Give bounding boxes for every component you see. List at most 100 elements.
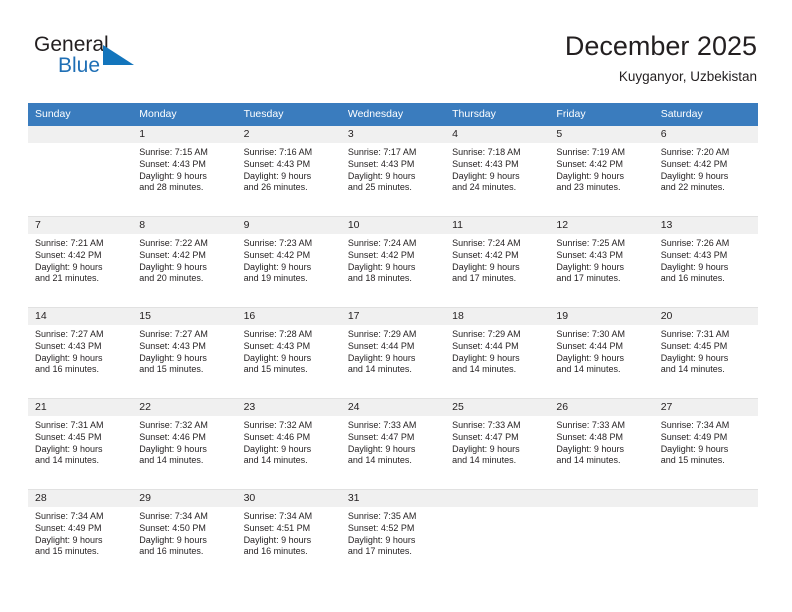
calendar-day-cell[interactable]: 6 Sunrise: 7:20 AM Sunset: 4:42 PM Daylight… <box>653 126 758 217</box>
general-blue-logo[interactable]: General Blue <box>34 33 164 83</box>
day-number: 13 <box>653 217 758 234</box>
day-details: Sunrise: 7:32 AM Sunset: 4:46 PM Daylight:… <box>132 416 236 467</box>
calendar-day-cell[interactable]: 29 Sunrise: 7:34 AM Sunset: 4:50 PM Dayligh… <box>132 489 237 580</box>
day-number: 11 <box>445 217 550 234</box>
page-header: General Blue December 2025 Kuyganyor, Uz… <box>0 0 792 100</box>
day-details: Sunrise: 7:32 AM Sunset: 4:46 PM Daylight:… <box>237 416 341 467</box>
sunset-time: Sunset: 4:45 PM <box>35 431 102 442</box>
calendar-day-cell[interactable]: 31 Sunrise: 7:35 AM Sunset: 4:52 PM Dayligh… <box>340 489 446 580</box>
calendar-day-cell[interactable]: 1 Sunrise: 7:15 AM Sunset: 4:43 PM Daylight… <box>132 126 237 217</box>
daylight-duration-line2: and 19 minutes. <box>243 273 308 284</box>
day-number: 7 <box>28 217 133 234</box>
calendar-day-cell[interactable]: 8 Sunrise: 7:22 AM Sunset: 4:42 PM Daylight… <box>132 216 237 308</box>
calendar-day-cell[interactable]: 5 Sunrise: 7:19 AM Sunset: 4:42 PM Daylight… <box>549 126 654 217</box>
calendar-day-cell[interactable]: 3 Sunrise: 7:17 AM Sunset: 4:43 PM Daylight… <box>340 126 446 217</box>
calendar-day-cell[interactable]: 4 Sunrise: 7:18 AM Sunset: 4:43 PM Daylight… <box>445 126 550 217</box>
sunset-time: Sunset: 4:44 PM <box>347 340 415 351</box>
day-number: 20 <box>653 308 758 325</box>
sunset-time: Sunset: 4:47 PM <box>452 431 519 442</box>
calendar-day-cell[interactable]: 17 Sunrise: 7:29 AM Sunset: 4:44 PM Dayligh… <box>340 307 446 399</box>
calendar-day-cell[interactable]: 9 Sunrise: 7:23 AM Sunset: 4:42 PM Daylight… <box>236 216 341 308</box>
calendar-day-cell[interactable]: 23 Sunrise: 7:32 AM Sunset: 4:46 PM Dayligh… <box>236 398 341 490</box>
daylight-duration-line2: and 14 minutes. <box>35 455 100 466</box>
day-number: 31 <box>340 490 446 507</box>
day-number: 27 <box>653 399 758 416</box>
calendar-day-cell[interactable]: 12 Sunrise: 7:25 AM Sunset: 4:43 PM Dayligh… <box>549 216 654 308</box>
day-number: 10 <box>340 217 446 234</box>
day-details: Sunrise: 7:34 AM Sunset: 4:49 PM Daylight:… <box>654 416 758 467</box>
daylight-duration-line1: Daylight: 9 hours <box>452 352 520 363</box>
calendar-day-cell[interactable]: 16 Sunrise: 7:28 AM Sunset: 4:43 PM Dayligh… <box>236 307 341 399</box>
calendar-day-cell[interactable]: 7 Sunrise: 7:21 AM Sunset: 4:42 PM Daylight… <box>28 216 133 308</box>
sunset-time: Sunset: 4:47 PM <box>347 431 415 442</box>
sunrise-time: Sunrise: 7:31 AM <box>35 420 104 430</box>
daylight-duration-line2: and 24 minutes. <box>452 182 517 193</box>
calendar-day-cell[interactable]: 25 Sunrise: 7:33 AM Sunset: 4:47 PM Dayligh… <box>445 398 550 490</box>
sunrise-time: Sunrise: 7:34 AM <box>35 511 104 521</box>
calendar-day-cell[interactable]: 30 Sunrise: 7:34 AM Sunset: 4:51 PM Dayligh… <box>236 489 341 580</box>
sunset-time: Sunset: 4:43 PM <box>347 158 415 169</box>
calendar-day-cell[interactable]: 19 Sunrise: 7:30 AM Sunset: 4:44 PM Dayligh… <box>549 307 654 399</box>
day-details: Sunrise: 7:31 AM Sunset: 4:45 PM Daylight:… <box>654 325 758 376</box>
calendar-day-cell[interactable]: 2 Sunrise: 7:16 AM Sunset: 4:43 PM Daylight… <box>236 126 341 217</box>
day-details: Sunrise: 7:27 AM Sunset: 4:43 PM Daylight:… <box>132 325 236 376</box>
sunrise-time: Sunrise: 7:35 AM <box>347 511 417 521</box>
sunrise-time: Sunrise: 7:33 AM <box>452 420 521 430</box>
day-number: 12 <box>549 217 654 234</box>
daylight-duration-line1: Daylight: 9 hours <box>139 170 207 181</box>
calendar-day-cell[interactable]: 20 Sunrise: 7:31 AM Sunset: 4:45 PM Dayligh… <box>653 307 758 399</box>
daylight-duration-line1: Daylight: 9 hours <box>660 443 729 454</box>
day-cell-inner: 4 Sunrise: 7:18 AM Sunset: 4:43 PM Daylight… <box>445 126 550 216</box>
daylight-duration-line1: Daylight: 9 hours <box>243 443 312 454</box>
day-number: 25 <box>445 399 550 416</box>
weekday-header-wednesday: Wednesday <box>340 103 446 126</box>
sunset-time: Sunset: 4:42 PM <box>347 249 415 260</box>
calendar-day-cell[interactable]: 18 Sunrise: 7:29 AM Sunset: 4:44 PM Dayligh… <box>445 307 550 399</box>
day-details: Sunrise: 7:21 AM Sunset: 4:42 PM Daylight:… <box>28 234 132 285</box>
daylight-duration-line2: and 14 minutes. <box>139 455 204 466</box>
day-number: 29 <box>132 490 237 507</box>
day-number: 21 <box>28 399 133 416</box>
day-details: Sunrise: 7:35 AM Sunset: 4:52 PM Daylight:… <box>341 507 445 558</box>
daylight-duration-line2: and 17 minutes. <box>347 546 412 557</box>
daylight-duration-line2: and 22 minutes. <box>660 182 725 193</box>
day-number: 5 <box>549 126 654 143</box>
day-number: 19 <box>549 308 654 325</box>
day-number: 26 <box>549 399 654 416</box>
day-details: Sunrise: 7:30 AM Sunset: 4:44 PM Daylight:… <box>549 325 653 376</box>
day-details: Sunrise: 7:31 AM Sunset: 4:45 PM Daylight:… <box>28 416 132 467</box>
calendar-day-cell[interactable]: 15 Sunrise: 7:27 AM Sunset: 4:43 PM Dayligh… <box>132 307 237 399</box>
calendar-day-cell[interactable]: 11 Sunrise: 7:24 AM Sunset: 4:42 PM Dayligh… <box>445 216 550 308</box>
day-number: 9 <box>236 217 341 234</box>
calendar-day-cell[interactable]: 10 Sunrise: 7:24 AM Sunset: 4:42 PM Dayligh… <box>340 216 446 308</box>
calendar-day-cell[interactable]: 26 Sunrise: 7:33 AM Sunset: 4:48 PM Dayligh… <box>549 398 654 490</box>
sunset-time: Sunset: 4:43 PM <box>660 249 728 260</box>
sunset-time: Sunset: 4:50 PM <box>139 522 206 533</box>
calendar-day-cell[interactable]: 28 Sunrise: 7:34 AM Sunset: 4:49 PM Dayligh… <box>28 489 133 580</box>
daylight-duration-line2: and 14 minutes. <box>452 455 517 466</box>
calendar-day-cell[interactable]: 24 Sunrise: 7:33 AM Sunset: 4:47 PM Dayligh… <box>340 398 446 490</box>
sunset-time: Sunset: 4:43 PM <box>243 158 311 169</box>
daylight-duration-line1: Daylight: 9 hours <box>243 534 312 545</box>
sunset-time: Sunset: 4:42 PM <box>35 249 102 260</box>
day-number <box>445 490 550 507</box>
title-block: December 2025 Kuyganyor, Uzbekistan <box>565 30 757 85</box>
weekday-header-saturday: Saturday <box>653 103 758 126</box>
day-cell-inner: 25 Sunrise: 7:33 AM Sunset: 4:47 PM Dayligh… <box>445 399 550 489</box>
calendar-day-cell[interactable]: 13 Sunrise: 7:26 AM Sunset: 4:43 PM Dayligh… <box>653 216 758 308</box>
day-cell-inner: 6 Sunrise: 7:20 AM Sunset: 4:42 PM Daylight… <box>653 126 758 216</box>
calendar-cell-empty <box>549 489 654 580</box>
calendar-day-cell[interactable]: 27 Sunrise: 7:34 AM Sunset: 4:49 PM Dayligh… <box>653 398 758 490</box>
calendar-day-cell[interactable]: 14 Sunrise: 7:27 AM Sunset: 4:43 PM Dayligh… <box>28 307 133 399</box>
sunrise-time: Sunrise: 7:24 AM <box>452 238 521 248</box>
day-number: 1 <box>132 126 237 143</box>
sunset-time: Sunset: 4:48 PM <box>556 431 623 442</box>
day-details: Sunrise: 7:22 AM Sunset: 4:42 PM Daylight:… <box>132 234 236 285</box>
day-cell-inner: 2 Sunrise: 7:16 AM Sunset: 4:43 PM Daylight… <box>236 126 341 216</box>
day-cell-inner: 31 Sunrise: 7:35 AM Sunset: 4:52 PM Dayligh… <box>340 490 446 580</box>
sunrise-time: Sunrise: 7:27 AM <box>139 329 208 339</box>
calendar-day-cell[interactable]: 22 Sunrise: 7:32 AM Sunset: 4:46 PM Dayligh… <box>132 398 237 490</box>
daylight-duration-line1: Daylight: 9 hours <box>139 352 207 363</box>
day-cell-inner: 12 Sunrise: 7:25 AM Sunset: 4:43 PM Dayligh… <box>549 217 654 307</box>
calendar-day-cell[interactable]: 21 Sunrise: 7:31 AM Sunset: 4:45 PM Dayligh… <box>28 398 133 490</box>
